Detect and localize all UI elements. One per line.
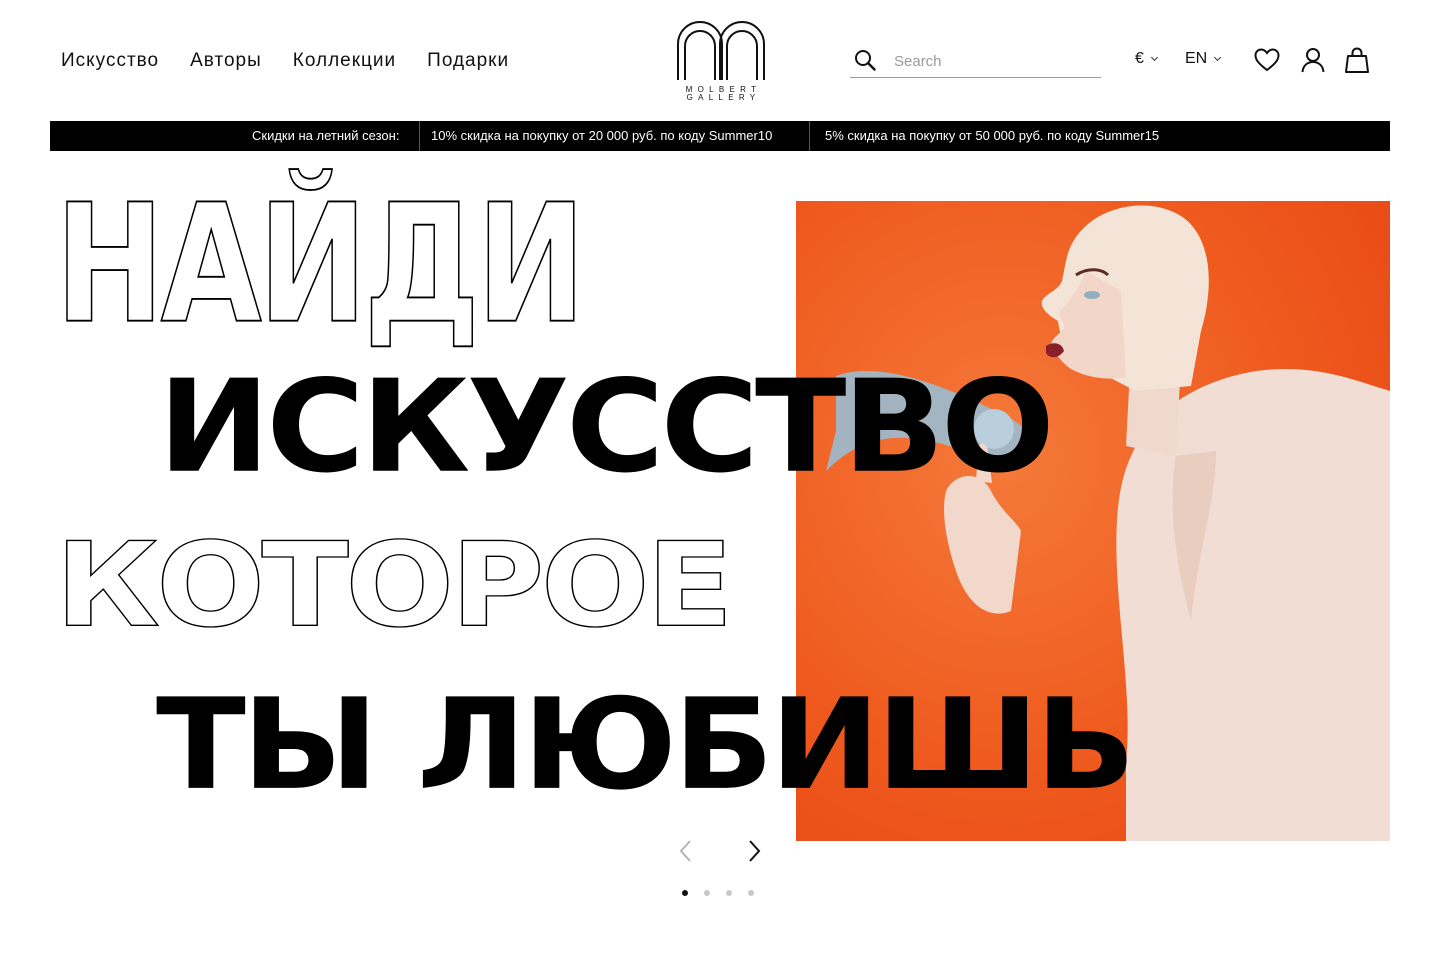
nav-item-art[interactable]: Искусство <box>61 50 159 72</box>
user-icon[interactable] <box>1299 46 1327 74</box>
chevron-down-icon <box>1214 53 1222 61</box>
slide-dot-2[interactable] <box>704 890 710 896</box>
slide-dot-3[interactable] <box>726 890 732 896</box>
prev-slide-arrow-icon[interactable] <box>673 838 699 864</box>
nav-item-gifts[interactable]: Подарки <box>427 50 509 72</box>
hero-headline-line-2: ИСКУССТВО <box>158 353 1055 502</box>
search-input[interactable] <box>894 50 1094 72</box>
slide-dot-1[interactable] <box>682 890 688 896</box>
hero-headline-line-3: КОТОРОЕ <box>54 517 734 654</box>
slider-pagination <box>682 890 770 896</box>
chevron-down-icon <box>1150 53 1158 61</box>
promo-bar: Скидки на летний сезон: 10% скидка на по… <box>50 121 1390 151</box>
promo-offer-2[interactable]: 5% скидка на покупку от 50 000 руб. по к… <box>825 128 1159 143</box>
slide-dot-4[interactable] <box>748 890 754 896</box>
main-nav: Искусство Авторы Коллекции Подарки <box>61 50 540 72</box>
currency-selector[interactable]: € <box>1135 50 1158 68</box>
nav-item-collections[interactable]: Коллекции <box>293 50 396 72</box>
logo-text-line2: GALLERY <box>686 93 761 102</box>
site-header: Искусство Авторы Коллекции Подарки MOLBE… <box>0 0 1440 120</box>
heart-icon[interactable] <box>1253 46 1281 74</box>
next-slide-arrow-icon[interactable] <box>741 838 767 864</box>
shopping-bag-icon[interactable] <box>1343 46 1371 74</box>
search-box <box>850 46 1101 78</box>
search-icon[interactable] <box>854 49 876 71</box>
promo-intro: Скидки на летний сезон: <box>252 128 400 143</box>
promo-offer-1[interactable]: 10% скидка на покупку от 20 000 руб. по … <box>431 128 772 143</box>
promo-divider <box>809 121 810 151</box>
hero-headline-line-1: НАЙДИ <box>54 170 586 361</box>
language-value: EN <box>1185 50 1208 67</box>
logo-arches-icon <box>677 21 765 80</box>
nav-item-authors[interactable]: Авторы <box>190 50 262 72</box>
currency-value: € <box>1135 50 1144 67</box>
hero-headline-line-4: ТЫ ЛЮБИШЬ <box>156 672 1136 819</box>
language-selector[interactable]: EN <box>1185 50 1222 68</box>
logo[interactable]: MOLBERT GALLERY <box>672 16 770 106</box>
promo-divider <box>419 121 420 151</box>
